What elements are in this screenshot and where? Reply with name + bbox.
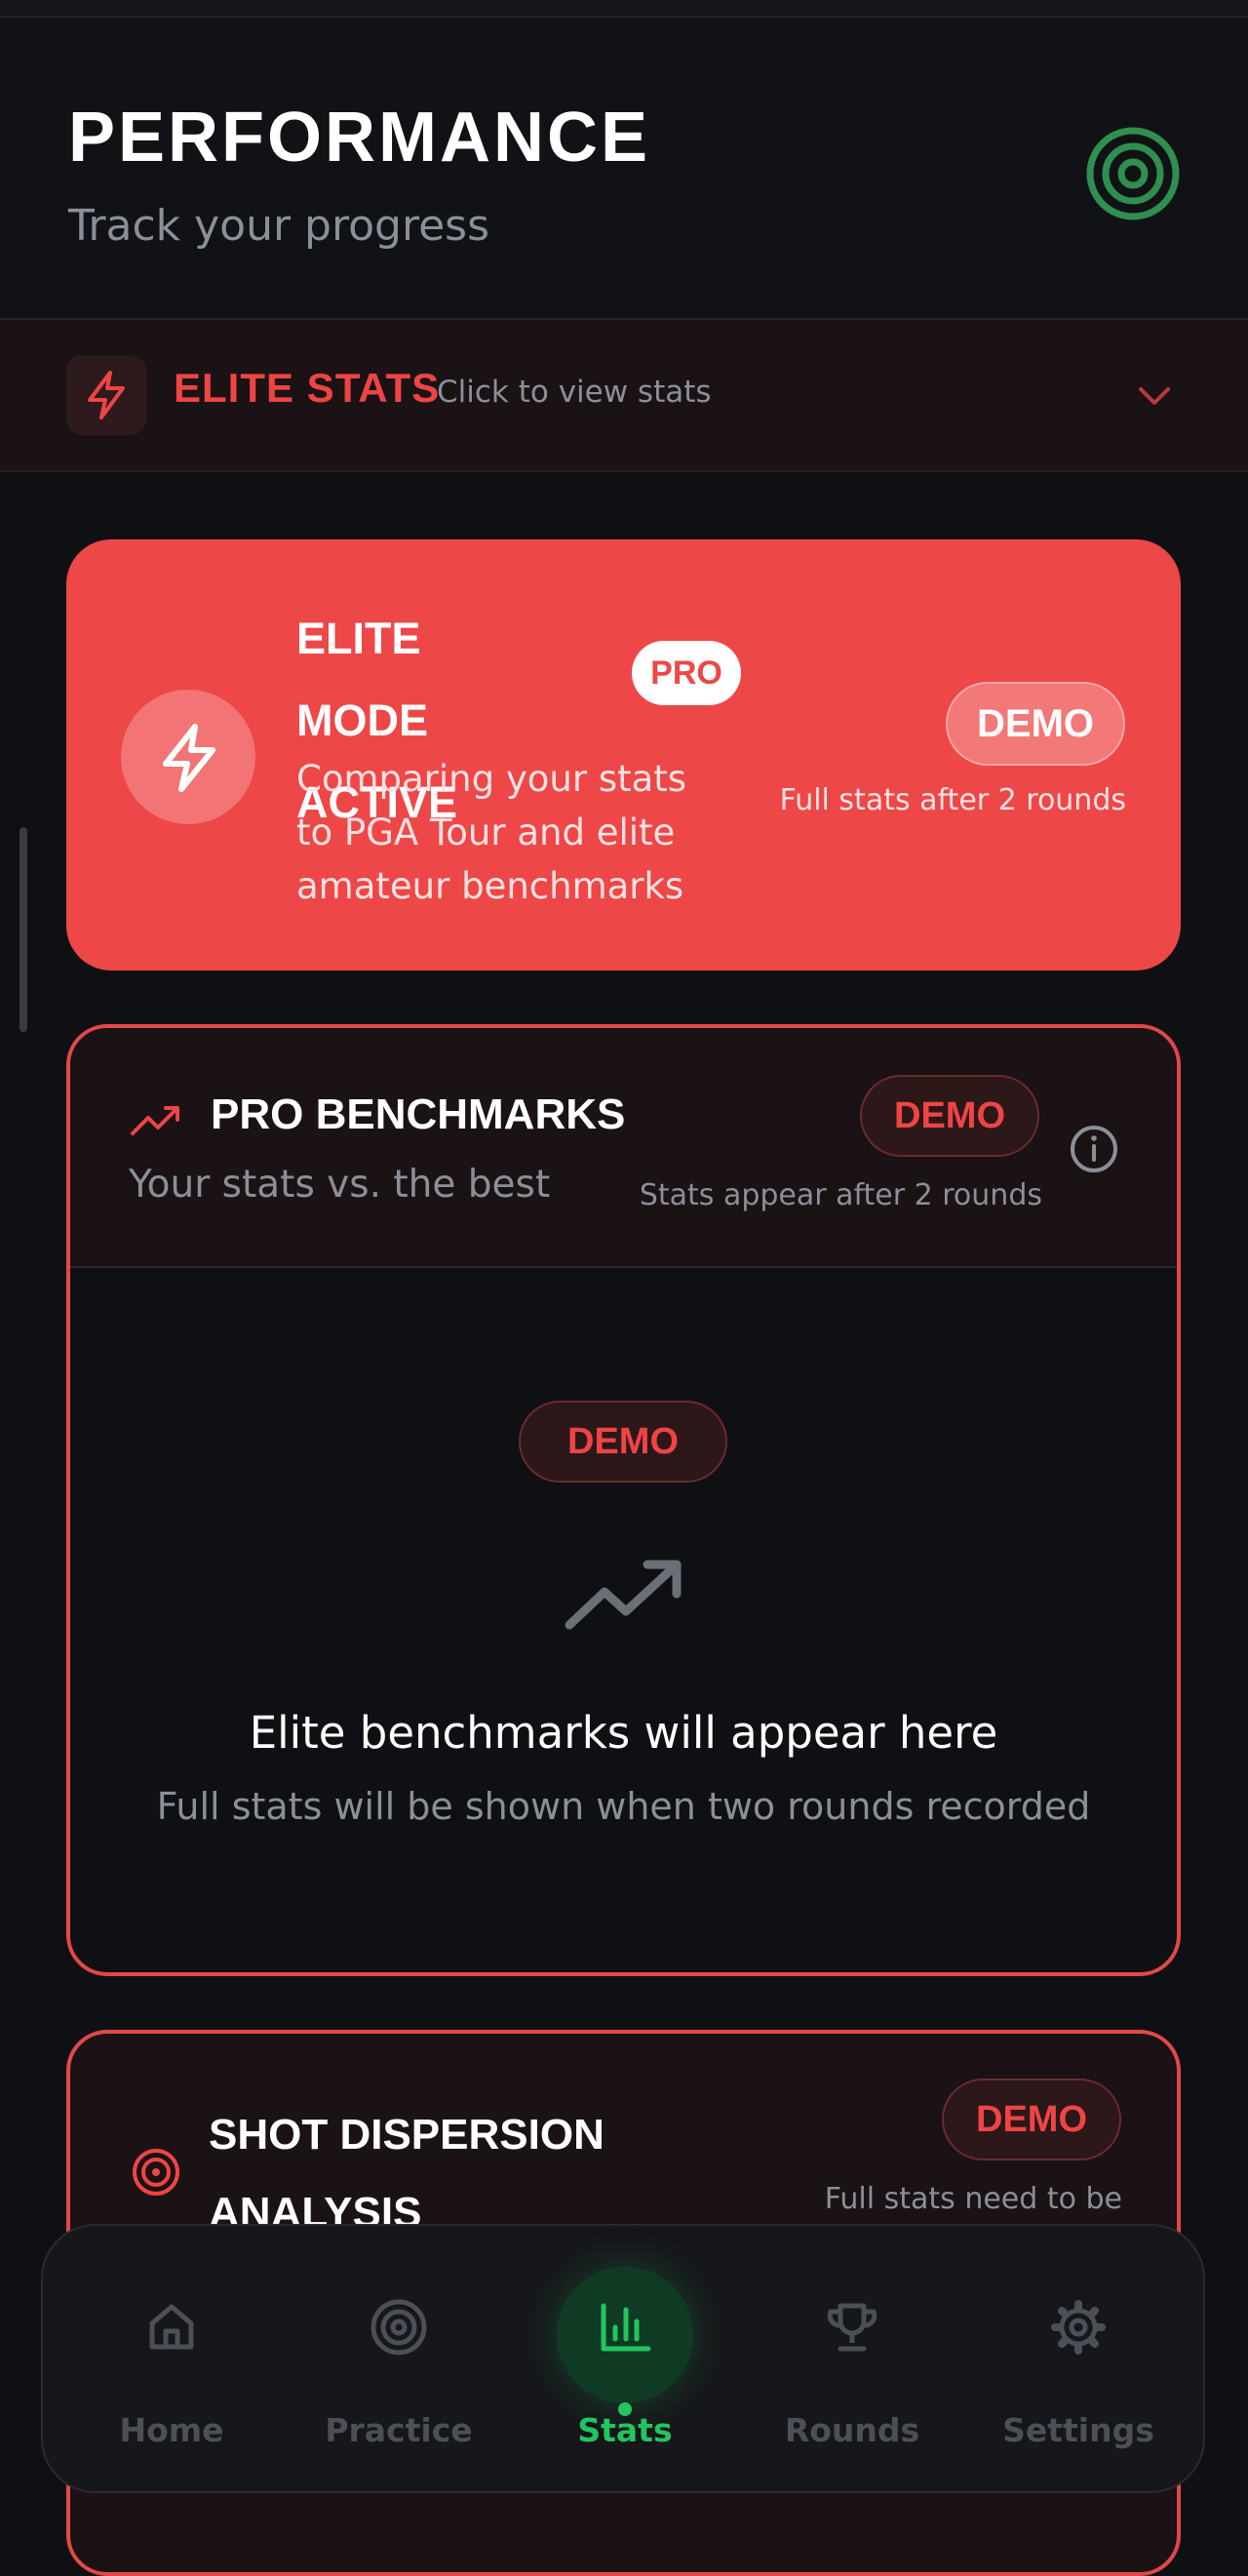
nav-label-home: Home: [119, 2411, 224, 2449]
nav-item-home[interactable]: Home: [74, 2226, 269, 2495]
nav-item-settings[interactable]: Settings: [981, 2226, 1176, 2495]
bottom-navigation: Home Practice Stats Rounds Settings: [41, 2224, 1205, 2493]
info-icon[interactable]: [1067, 1122, 1121, 1176]
pro-benchmarks-header: PRO BENCHMARKS Your stats vs. the best D…: [70, 1028, 1177, 1268]
elite-stats-icon-box: [66, 355, 146, 435]
page-title: PERFORMANCE: [68, 99, 651, 177]
nav-label-practice: Practice: [325, 2411, 473, 2449]
status-bar: [0, 0, 1248, 18]
trophy-icon: [827, 2303, 878, 2352]
bolt-icon: [88, 371, 125, 419]
nav-item-stats[interactable]: Stats: [527, 2226, 722, 2495]
elite-mode-note: Full stats after 2 rounds: [779, 783, 1126, 817]
bolt-icon: [163, 724, 215, 792]
page-subtitle: Track your progress: [68, 201, 489, 251]
nav-label-stats: Stats: [577, 2411, 673, 2449]
demo-badge: DEMO: [946, 682, 1125, 766]
demo-badge: DEMO: [942, 2079, 1121, 2160]
shot-dispersion-note: Full stats need to be: [824, 2182, 1122, 2216]
pro-benchmarks-note: Stats appear after 2 rounds: [639, 1178, 1042, 1212]
elite-mode-card: ELITE MODE ACTIVE PRO Comparing your sta…: [66, 539, 1181, 971]
trending-up-icon: [565, 1560, 682, 1630]
demo-badge: DEMO: [860, 1075, 1039, 1157]
pro-benchmarks-card: PRO BENCHMARKS Your stats vs. the best D…: [66, 1024, 1181, 1976]
elite-stats-label: ELITE STATS: [174, 365, 441, 411]
pro-benchmarks-title: PRO BENCHMARKS: [211, 1090, 626, 1138]
elite-mode-icon-circle: [121, 690, 255, 824]
nav-item-rounds[interactable]: Rounds: [755, 2226, 950, 2495]
empty-state-title: Elite benchmarks will appear here: [249, 1707, 998, 1759]
gear-icon: [1051, 2300, 1106, 2355]
elite-mode-heading-line1: ELITE MODE: [296, 614, 428, 745]
home-icon: [149, 2304, 194, 2350]
elite-mode-description: Comparing your stats to PGA Tour and eli…: [296, 758, 687, 907]
elite-stats-hint: Click to view stats: [437, 375, 712, 410]
nav-item-practice[interactable]: Practice: [301, 2226, 496, 2495]
scrollbar[interactable]: [20, 827, 27, 1032]
trending-up-icon: [131, 1106, 179, 1135]
empty-state-subtitle: Full stats will be shown when two rounds…: [156, 1785, 1091, 1828]
target-icon: [370, 2299, 427, 2356]
target-icon: [1086, 127, 1180, 220]
elite-stats-toggle[interactable]: ELITE STATS Click to view stats: [0, 320, 1248, 472]
target-icon: [133, 2149, 179, 2196]
bar-chart-icon: [601, 2303, 651, 2352]
pro-benchmarks-subtitle: Your stats vs. the best: [129, 1163, 551, 1207]
nav-label-rounds: Rounds: [784, 2411, 920, 2449]
demo-badge: DEMO: [519, 1401, 727, 1483]
page-header: PERFORMANCE Track your progress: [0, 18, 1248, 320]
pro-badge: PRO: [632, 641, 741, 705]
chevron-down-icon[interactable]: [1133, 375, 1176, 417]
nav-label-settings: Settings: [1002, 2411, 1154, 2449]
